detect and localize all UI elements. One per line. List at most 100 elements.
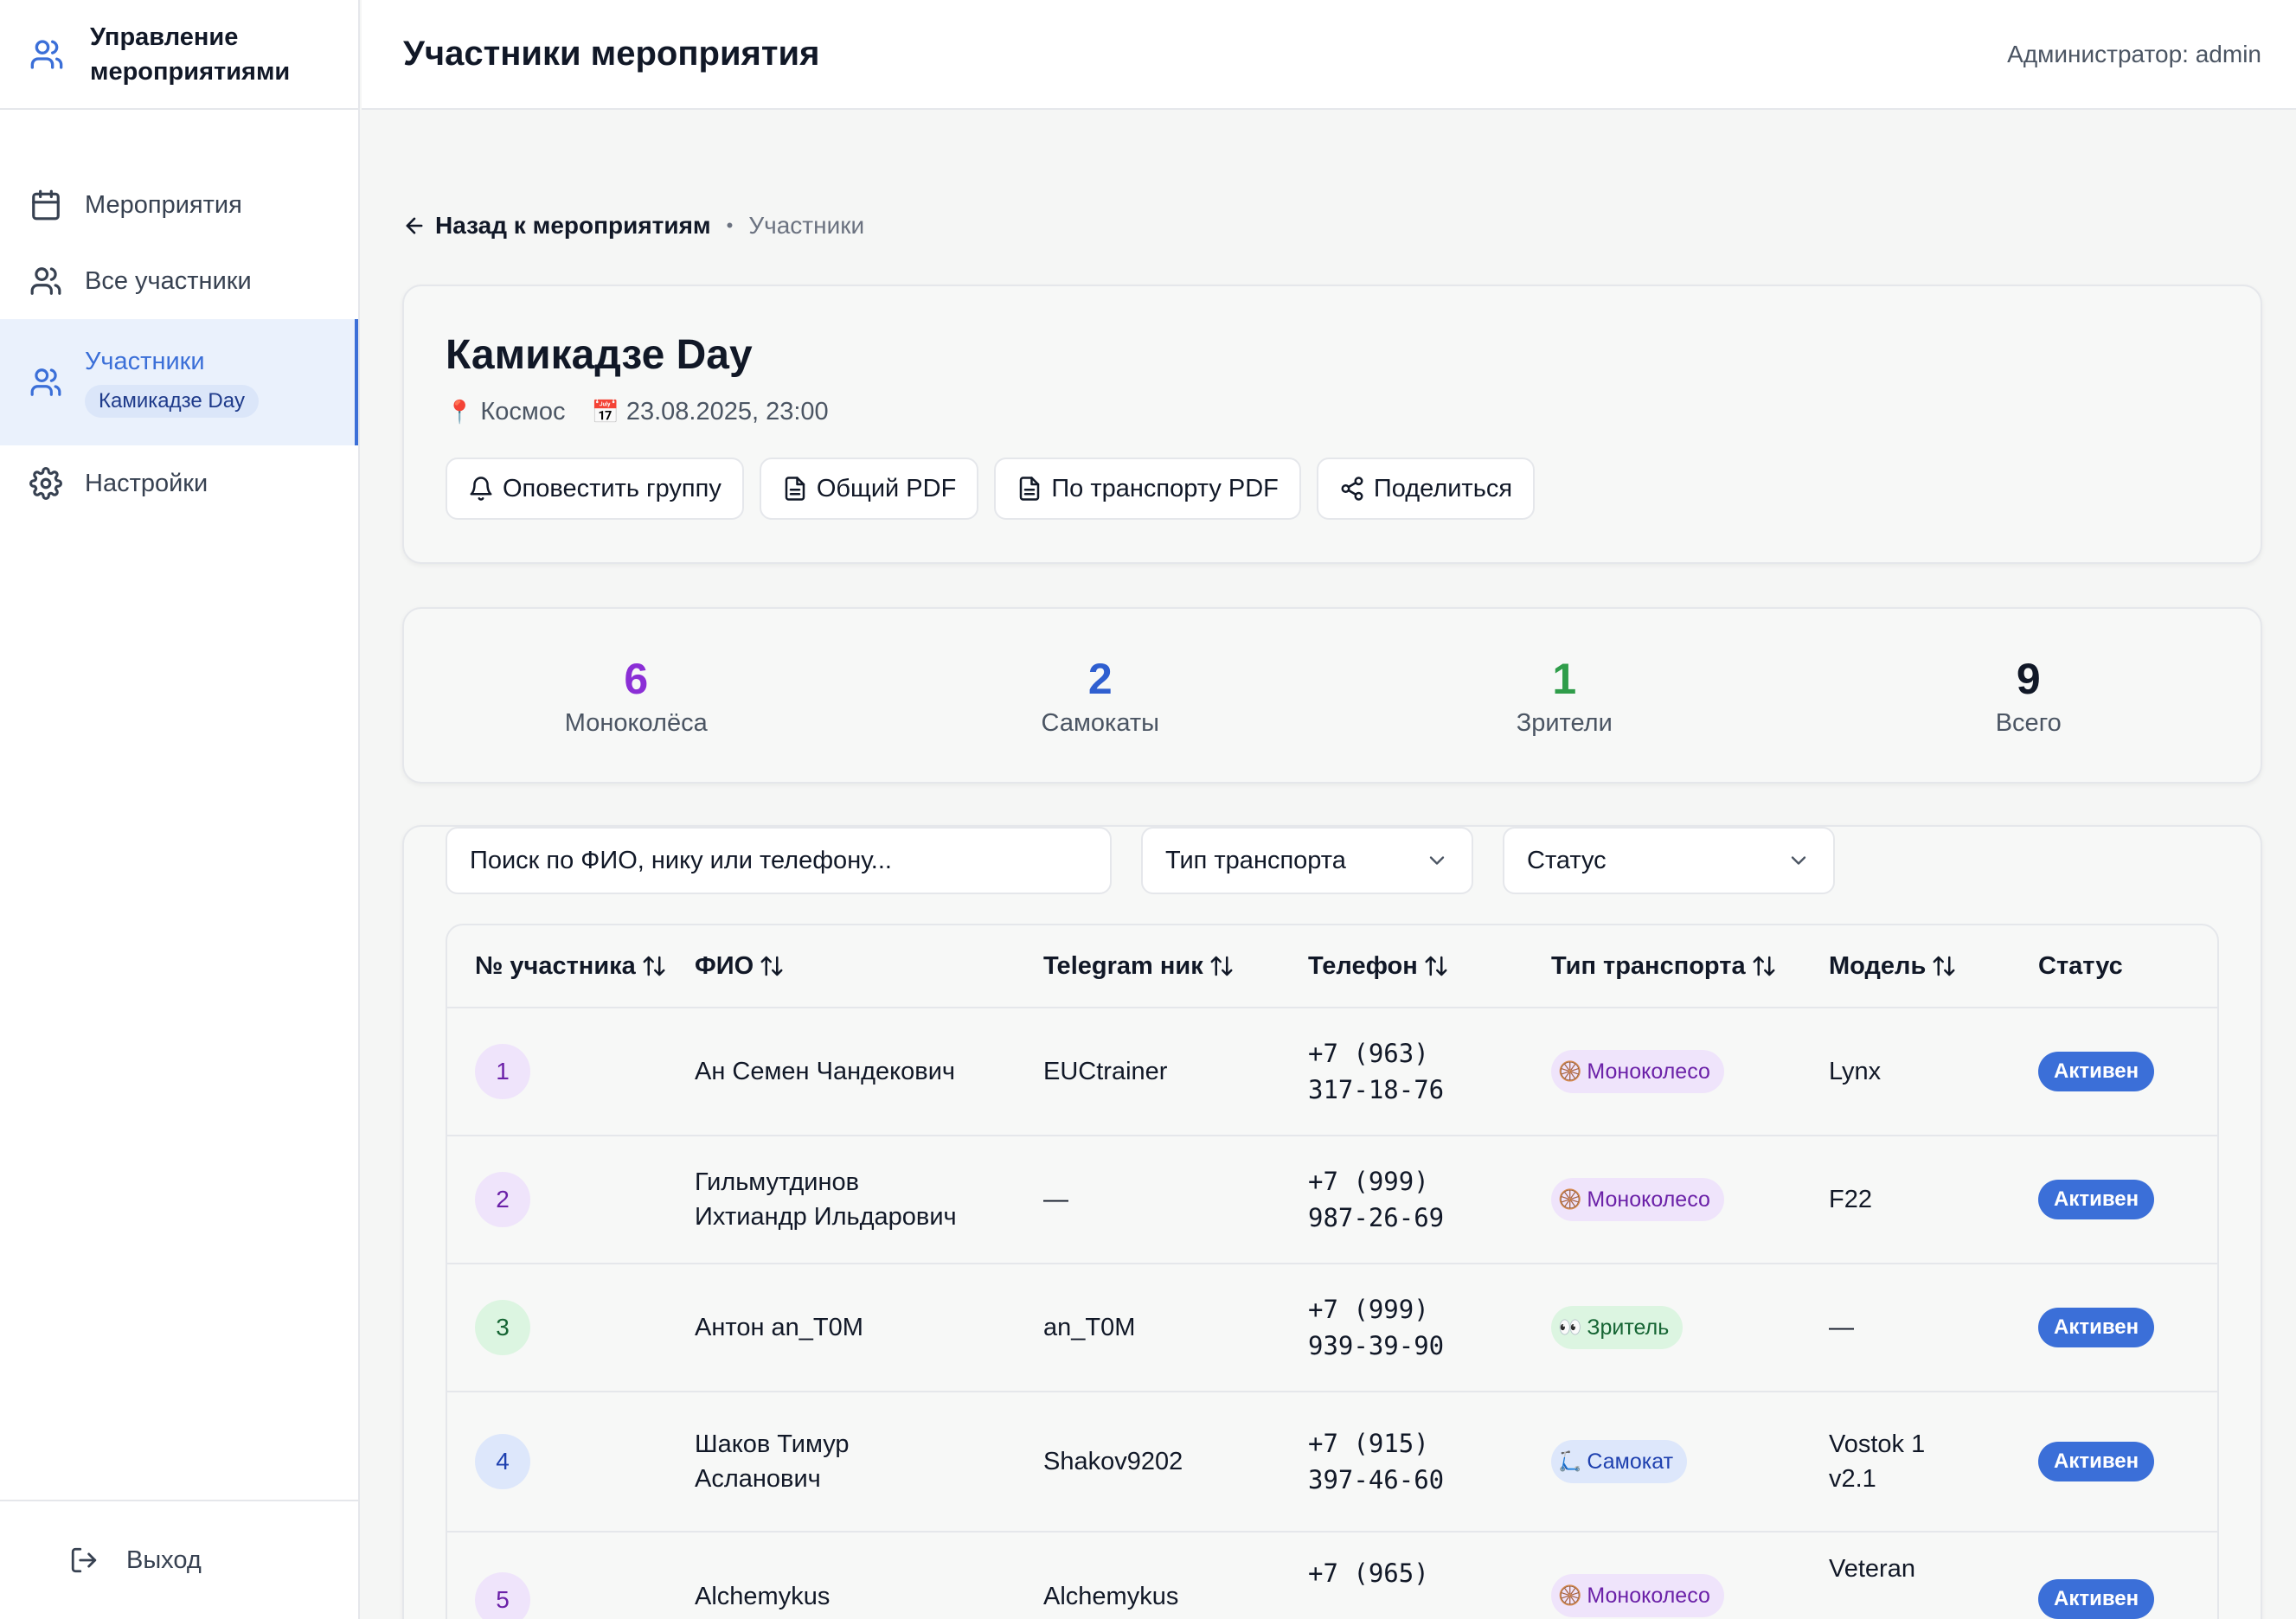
header-label: ФИО	[695, 951, 754, 980]
sidebar-item-settings[interactable]: Настройки	[0, 445, 358, 522]
breadcrumb-current: Участники	[748, 212, 865, 239]
table-row[interactable]: 3 Антон an_T0M an_T0M +7 (999) 939-39-90 …	[447, 1264, 2217, 1392]
monowheel-icon: 🛞	[1558, 1188, 1582, 1210]
transport-badge: 👀 Зритель	[1551, 1306, 1684, 1349]
participant-name: Гильмутдинов Ихтиандр Ильдарович	[695, 1168, 957, 1231]
participant-model: Vostok 1 v2.1	[1829, 1430, 1926, 1493]
calendar-emoji-icon: 📅	[591, 399, 619, 425]
top-header: Участники мероприятия Администратор: adm…	[362, 0, 2296, 110]
logout-label: Выход	[126, 1545, 202, 1574]
transport-badge: 🛞 Моноколесо	[1551, 1574, 1724, 1617]
table-row[interactable]: 5 Alchemykus Alchemykus +7 (965) 🛞 Моноко…	[447, 1533, 2217, 1619]
status-badge: Активен	[2038, 1308, 2155, 1347]
participant-telegram: —	[1043, 1185, 1068, 1213]
logout-button[interactable]: Выход	[0, 1500, 358, 1619]
header-phone[interactable]: Телефон	[1308, 952, 1551, 981]
pin-icon: 📍	[446, 399, 474, 425]
header-telegram[interactable]: Telegram ник	[1043, 952, 1308, 981]
share-button[interactable]: Поделиться	[1316, 458, 1536, 520]
participant-phone: +7 (965)	[1308, 1558, 1429, 1588]
participant-number: 4	[475, 1434, 530, 1489]
sort-icon	[1933, 956, 1955, 976]
general-pdf-button[interactable]: Общий PDF	[759, 458, 979, 520]
participant-number: 5	[475, 1572, 530, 1619]
table-row[interactable]: 1 Ан Семен Чандекович EUCtrainer +7 (963…	[447, 1008, 2217, 1136]
location-text: Космос	[480, 398, 566, 426]
back-link[interactable]: Назад к мероприятиям	[402, 212, 711, 240]
participant-telegram: EUCtrainer	[1043, 1057, 1168, 1085]
sort-icon	[760, 956, 783, 976]
participant-phone: +7 (963) 317-18-76	[1308, 1039, 1445, 1104]
brand: Управление мероприятиями	[0, 0, 358, 110]
header-transport[interactable]: Тип транспорта	[1551, 952, 1829, 981]
header-number[interactable]: № участника	[447, 952, 695, 981]
file-text-icon	[1020, 477, 1040, 501]
file-text-icon	[785, 477, 805, 501]
sidebar-item-label: Участники	[85, 347, 205, 375]
participant-name: Ан Семен Чандекович	[695, 1058, 956, 1085]
table-row[interactable]: 4 Шаков Тимур Асланович Shakov9202 +7 (91…	[447, 1392, 2217, 1533]
stat-scooters: 2 Самокаты	[869, 609, 1333, 782]
transport-badge: 🛞 Моноколесо	[1551, 1050, 1724, 1093]
admin-label: Администратор: admin	[2007, 40, 2261, 67]
transport-badge: 🛞 Моноколесо	[1551, 1178, 1724, 1221]
participant-model: —	[1829, 1313, 1854, 1341]
participant-name: Антон an_T0M	[695, 1314, 863, 1341]
event-badge: Камикадзе Day	[85, 384, 260, 418]
sidebar: Управление мероприятиями Мероприятия Все…	[0, 0, 360, 1619]
gear-icon	[29, 467, 62, 500]
arrow-left-icon	[406, 217, 423, 234]
stat-viewers: 1 Зрители	[1332, 609, 1797, 782]
status-select[interactable]: Статус	[1503, 827, 1835, 894]
stat-label: Самокаты	[1041, 708, 1159, 737]
stat-total: 9 Всего	[1797, 609, 2261, 782]
participant-number: 3	[475, 1300, 530, 1355]
header-label: Модель	[1829, 951, 1927, 980]
header-status: Статус	[2038, 952, 2217, 981]
status-badge: Активен	[2038, 1579, 2155, 1619]
sidebar-item-label: Настройки	[85, 469, 208, 497]
stat-value: 6	[624, 654, 649, 703]
sidebar-item-label: Мероприятия	[85, 190, 242, 219]
stat-label: Моноколёса	[564, 708, 708, 737]
status-badge: Активен	[2038, 1052, 2155, 1091]
participant-phone: +7 (999) 939-39-90	[1308, 1295, 1445, 1360]
status-badge: Активен	[2038, 1442, 2155, 1481]
monowheel-icon: 🛞	[1558, 1060, 1582, 1082]
datetime-text: 23.08.2025, 23:00	[625, 398, 829, 426]
sidebar-item-participants[interactable]: Участники Камикадзе Day	[0, 319, 358, 445]
notify-group-label: Оповестить группу	[503, 474, 722, 502]
transport-type-select[interactable]: Тип транспорта	[1141, 827, 1473, 894]
participant-name: Шаков Тимур Асланович	[695, 1430, 850, 1493]
scooter-icon: 🛴	[1558, 1450, 1582, 1472]
sort-icon	[643, 956, 665, 976]
filters-row: Поиск по ФИО, нику или телефону... Тип т…	[446, 827, 2219, 894]
sidebar-item-events[interactable]: Мероприятия	[0, 167, 358, 243]
share-icon	[1341, 477, 1363, 501]
main-content: Назад к мероприятиям • Участники Камикад…	[402, 110, 2262, 1619]
event-card: Камикадзе Day 📍 Космос 📅 23.08.2025, 23:…	[402, 285, 2262, 564]
header-name[interactable]: ФИО	[695, 952, 1043, 981]
participant-telegram: an_T0M	[1043, 1313, 1136, 1341]
stat-value: 9	[2016, 654, 2041, 703]
stat-value: 2	[1087, 654, 1113, 703]
bell-icon	[470, 477, 492, 501]
participant-phone: +7 (915) 397-46-60	[1308, 1429, 1445, 1494]
participants-card: Поиск по ФИО, нику или телефону... Тип т…	[402, 825, 2262, 1619]
notify-group-button[interactable]: Оповестить группу	[446, 458, 744, 520]
header-model[interactable]: Модель	[1829, 952, 2038, 981]
status-badge: Активен	[2038, 1180, 2155, 1219]
participant-telegram: Alchemykus	[1043, 1583, 1179, 1610]
monowheel-icon: 🛞	[1558, 1584, 1582, 1606]
transport-pdf-label: По транспорту PDF	[1051, 474, 1279, 502]
header-label: Телефон	[1308, 951, 1418, 980]
search-input[interactable]: Поиск по ФИО, нику или телефону...	[446, 827, 1112, 894]
table-row[interactable]: 2 Гильмутдинов Ихтиандр Ильдарович — +7 (…	[447, 1136, 2217, 1264]
sort-icon	[1753, 956, 1775, 976]
sort-icon	[1210, 956, 1233, 976]
transport-pdf-button[interactable]: По транспорту PDF	[994, 458, 1301, 520]
participant-number: 2	[475, 1172, 530, 1227]
sidebar-item-all-participants[interactable]: Все участники	[0, 243, 358, 319]
status-select-value: Статус	[1527, 846, 1607, 874]
participant-telegram: Shakov9202	[1043, 1447, 1183, 1475]
